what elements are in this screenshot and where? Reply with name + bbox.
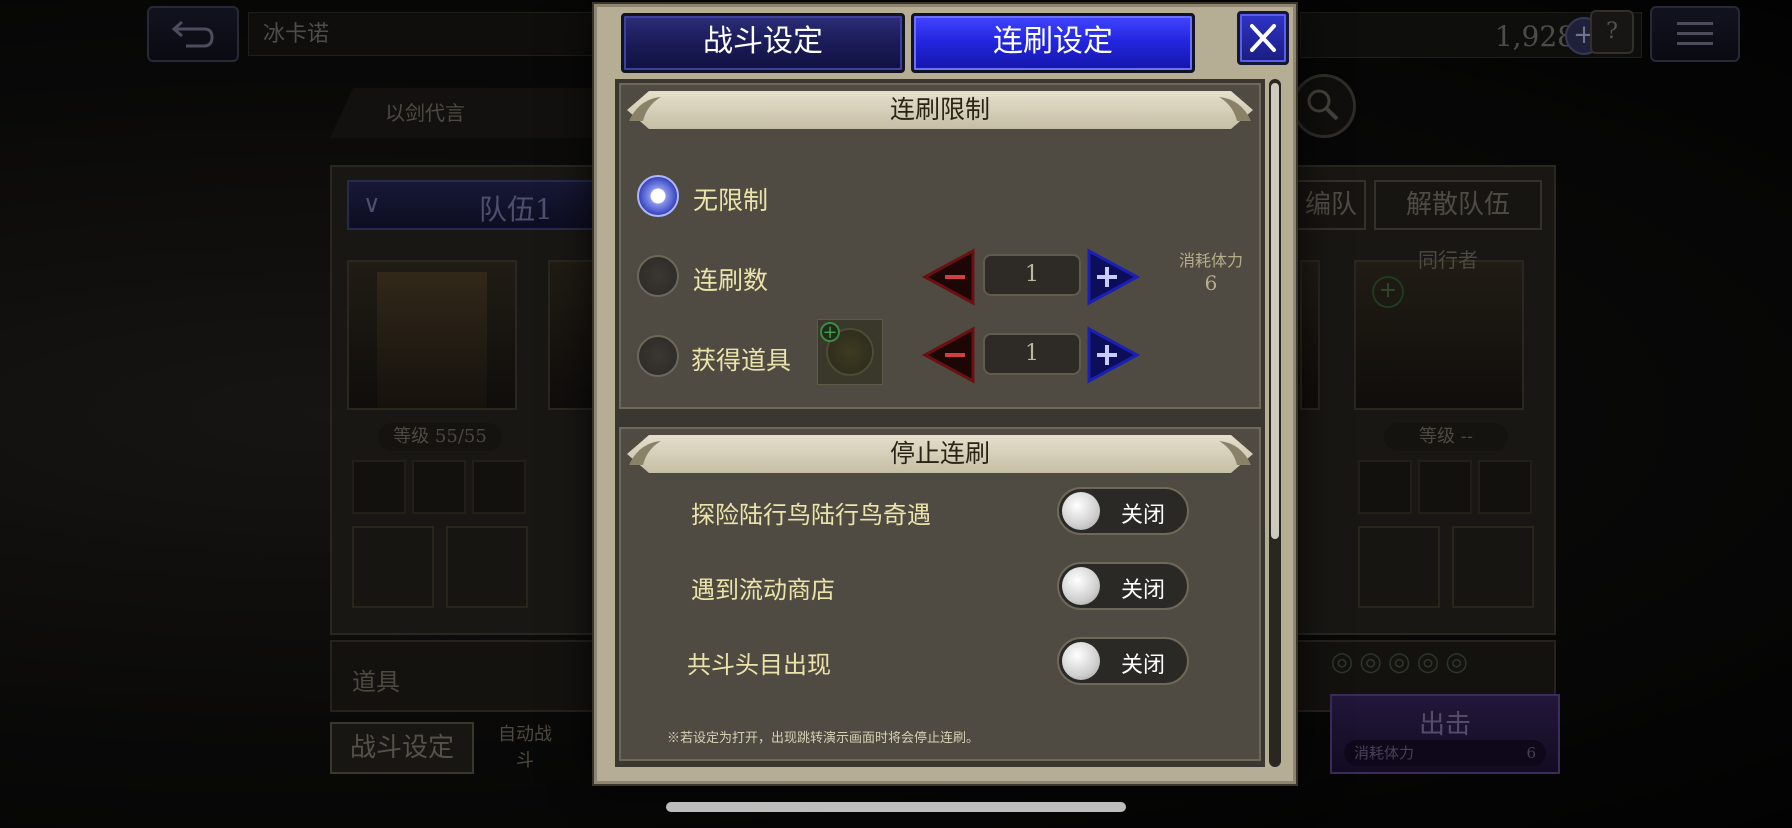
close-icon: [1250, 24, 1276, 52]
item-count-value: 1: [983, 333, 1081, 375]
toggle-state: 关闭: [1121, 578, 1166, 603]
add-item-icon: +: [820, 322, 840, 342]
settings-scroll-area[interactable]: 连刷限制 无限制 连刷数 1 消耗体力 6 获得道具 + 1 停止连刷 探险陆行…: [615, 79, 1265, 767]
coop-boss-label: 共斗头目出现: [687, 651, 831, 679]
chocobo-encounter-toggle[interactable]: 关闭: [1057, 487, 1189, 535]
repeat-count-label: 连刷数: [693, 266, 769, 295]
toggle-state: 关闭: [1121, 503, 1166, 528]
scrollbar-thumb[interactable]: [1271, 83, 1279, 539]
unlimited-label: 无限制: [693, 186, 769, 215]
repeat-count-value: 1: [983, 254, 1081, 296]
decrease-repeat-count-button[interactable]: [921, 247, 977, 307]
stop-repeat-section: 停止连刷 探险陆行鸟陆行鸟奇遇 关闭 遇到流动商店 关闭 共斗头目出现 关闭 ※…: [619, 427, 1261, 761]
decrease-item-count-button[interactable]: [921, 325, 977, 385]
increase-item-count-button[interactable]: [1085, 325, 1141, 385]
tab-repeat-settings[interactable]: 连刷设定: [911, 13, 1195, 73]
ornament-icon: [629, 441, 661, 465]
repeat-limit-title: 连刷限制: [627, 91, 1253, 129]
close-button[interactable]: [1237, 11, 1289, 65]
toggle-knob: [1062, 567, 1100, 605]
ornament-icon: [1219, 97, 1251, 121]
stamina-cost-value: 6: [1204, 271, 1218, 295]
ornament-icon: [629, 97, 661, 121]
tab-battle-settings[interactable]: 战斗设定: [621, 13, 905, 73]
radio-unlimited[interactable]: [637, 175, 679, 217]
home-indicator[interactable]: [666, 802, 1126, 812]
increase-repeat-count-button[interactable]: [1085, 247, 1141, 307]
stop-repeat-title: 停止连刷: [627, 435, 1253, 473]
target-item-slot[interactable]: +: [817, 319, 883, 385]
repeat-limit-section: 连刷限制 无限制 连刷数 1 消耗体力 6 获得道具 + 1: [619, 83, 1261, 409]
radio-obtain-item[interactable]: [637, 335, 679, 377]
coop-boss-toggle[interactable]: 关闭: [1057, 637, 1189, 685]
traveling-shop-label: 遇到流动商店: [691, 576, 835, 604]
traveling-shop-toggle[interactable]: 关闭: [1057, 562, 1189, 610]
ornament-icon: [1219, 441, 1251, 465]
radio-repeat-count[interactable]: [637, 255, 679, 297]
stop-repeat-note: ※若设定为打开，出现跳转演示画面时将会停止连刷。: [667, 731, 980, 746]
toggle-state: 关闭: [1121, 653, 1166, 678]
scrollbar[interactable]: [1269, 79, 1281, 767]
obtain-item-label: 获得道具: [691, 346, 792, 375]
chocobo-encounter-label: 探险陆行鸟陆行鸟奇遇: [691, 501, 931, 529]
toggle-knob: [1062, 642, 1100, 680]
repeat-settings-dialog: 战斗设定 连刷设定 连刷限制 无限制 连刷数 1 消耗体力 6 获得道具 + 1…: [594, 4, 1296, 784]
toggle-knob: [1062, 492, 1100, 530]
stamina-cost-label: 消耗体力: [1178, 251, 1243, 270]
